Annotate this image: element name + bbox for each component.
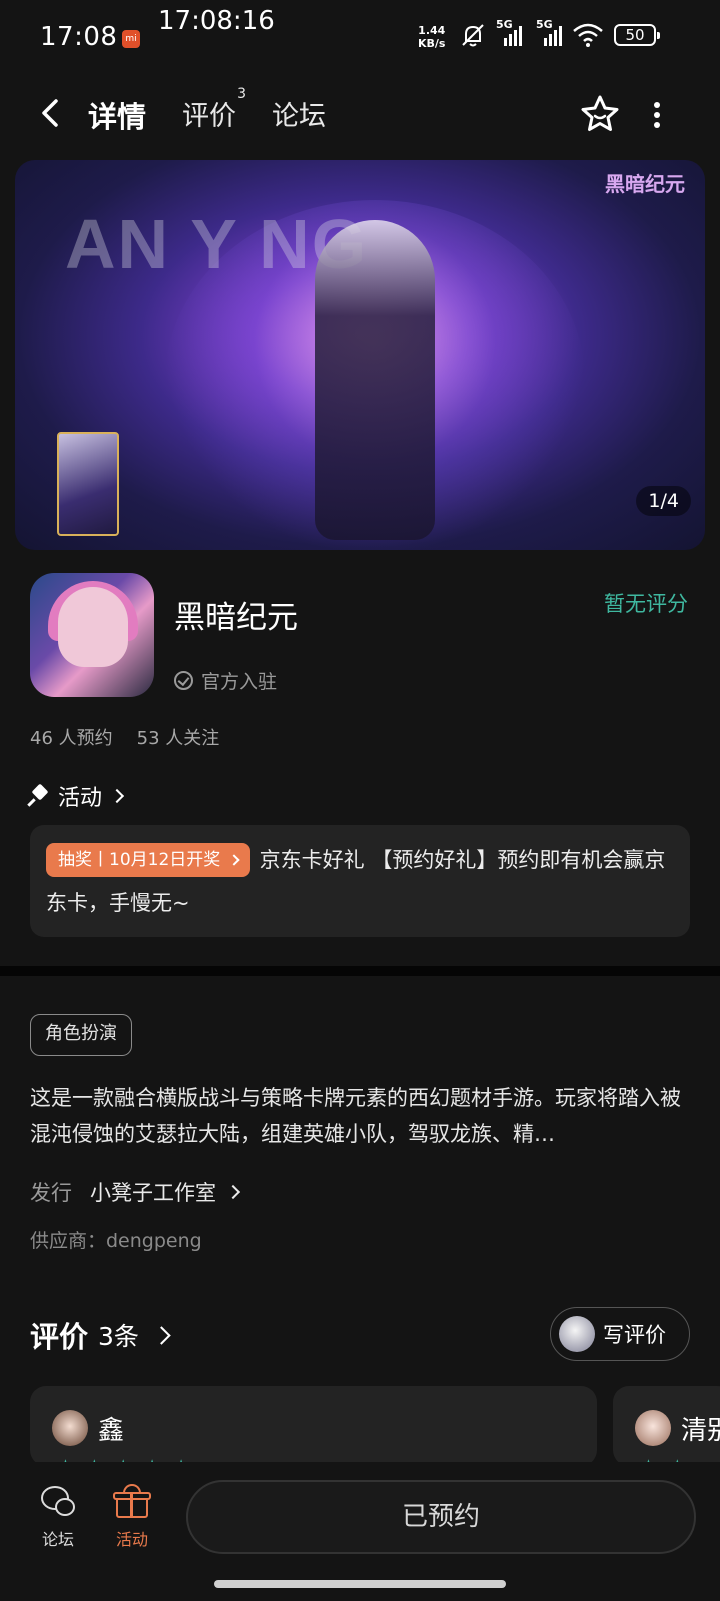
lottery-badge-label: 抽奖丨10月12日开奖 [58, 850, 221, 870]
chevron-right-icon [225, 1184, 241, 1200]
tab-review[interactable]: 评价 3 [182, 86, 246, 133]
mute-bell-icon [462, 24, 484, 47]
forum-chat-icon [39, 1484, 77, 1520]
check-circle-icon [174, 671, 193, 690]
write-review-label: 写评价 [603, 1323, 666, 1347]
publisher-label: 发行 [30, 1181, 72, 1205]
network-speed: 1.44 KB/s [418, 24, 445, 50]
tab-forum[interactable]: 论坛 [272, 94, 326, 133]
reviews-count: 3条 [98, 1322, 139, 1351]
follower-count: 53 人关注 [136, 728, 220, 749]
banner-character-art [315, 220, 435, 540]
mi-notification-icon: mi [122, 30, 140, 48]
chevron-right-icon [109, 788, 125, 804]
home-indicator[interactable] [214, 1580, 506, 1588]
status-time: 17:08 [40, 22, 118, 52]
more-options-icon[interactable] [650, 98, 664, 130]
signal-strength-icon: 5G [496, 18, 522, 46]
activity-title: 活动 [58, 786, 103, 811]
official-label: 官方入驻 [201, 671, 278, 693]
tab-review-count: 3 [237, 86, 246, 102]
publisher-name: 小凳子工作室 [90, 1181, 216, 1205]
supplier-info: 供应商：dengpeng [30, 1230, 202, 1252]
bottom-activity-label: 活动 [115, 1530, 148, 1549]
battery-icon: 50 [614, 24, 660, 46]
official-badge: 官方入驻 [174, 667, 277, 694]
tab-forum-label: 论坛 [272, 101, 326, 132]
chevron-right-icon [152, 1325, 171, 1345]
user-avatar [559, 1316, 595, 1352]
tab-detail[interactable]: 详情 [85, 94, 150, 139]
activity-card[interactable]: 抽奖丨10月12日开奖 京东卡好礼 【预约好礼】预约即有机会赢京东卡，手慢无~ [30, 825, 690, 937]
wifi-icon [573, 23, 603, 47]
signal-type-2: 5G [536, 18, 553, 31]
status-clock: 17:08:16 [158, 6, 275, 36]
tab-review-label: 评价 [182, 101, 236, 132]
rating-status: 暂无评分 [604, 592, 688, 616]
network-speed-value: 1.44 [418, 24, 446, 37]
reviews-title: 评价 [30, 1320, 89, 1354]
bottom-activity-button[interactable]: 活动 [102, 1484, 162, 1550]
status-bar: 17:08 mi 17:08:16 1.44 KB/s 5G 5G 50 [0, 0, 720, 78]
reserved-button[interactable]: 已预约 [186, 1480, 696, 1554]
lottery-badge: 抽奖丨10月12日开奖 [46, 843, 250, 877]
gift-icon [113, 1484, 151, 1520]
bottom-forum-button[interactable]: 论坛 [28, 1484, 88, 1550]
pin-icon [30, 786, 48, 806]
game-description[interactable]: 这是一款融合横版战斗与策略卡牌元素的西幻题材手游。玩家将踏入被混沌侵蚀的艾瑟拉大… [30, 1080, 690, 1152]
signal-type-1: 5G [496, 18, 513, 31]
reviews-header[interactable]: 评价 3条 [30, 1314, 171, 1356]
chevron-right-icon [228, 854, 240, 866]
media-carousel[interactable]: AN Y NG 黑暗纪元 1/4 [15, 160, 705, 550]
carousel-counter: 1/4 [636, 486, 691, 516]
favorite-star-icon[interactable] [578, 92, 622, 136]
app-icon [30, 573, 154, 697]
character-card-thumbnail [57, 432, 119, 536]
top-nav: 详情 评价 3 论坛 [0, 84, 720, 144]
tab-detail-label: 详情 [88, 100, 147, 134]
genre-tag[interactable]: 角色扮演 [30, 1014, 132, 1056]
reviewer-name: 鑫 [98, 1416, 125, 1446]
reviewer-avatar [635, 1410, 671, 1446]
publisher-row[interactable]: 发行 小凳子工作室 [30, 1177, 241, 1207]
write-review-button[interactable]: 写评价 [550, 1307, 690, 1361]
section-divider [0, 966, 720, 976]
game-logo: 黑暗纪元 [605, 172, 685, 196]
review-card[interactable]: 鑫 ★★★★★ 期待 [30, 1386, 597, 1466]
activity-header[interactable]: 活动 [30, 780, 125, 812]
signal-strength-icon-2: 5G [536, 18, 562, 46]
review-card[interactable]: 清别 ★★ [613, 1386, 720, 1466]
back-arrow-icon[interactable] [38, 98, 62, 128]
app-stats: 46 人预约 53 人关注 [30, 724, 219, 750]
app-name: 黑暗纪元 [174, 600, 298, 636]
reservation-count: 46 人预约 [30, 728, 113, 749]
bottom-forum-label: 论坛 [41, 1530, 74, 1549]
reviewer-name: 清别 [681, 1416, 720, 1446]
reviewer-avatar [52, 1410, 88, 1446]
network-speed-unit: KB/s [418, 37, 446, 50]
